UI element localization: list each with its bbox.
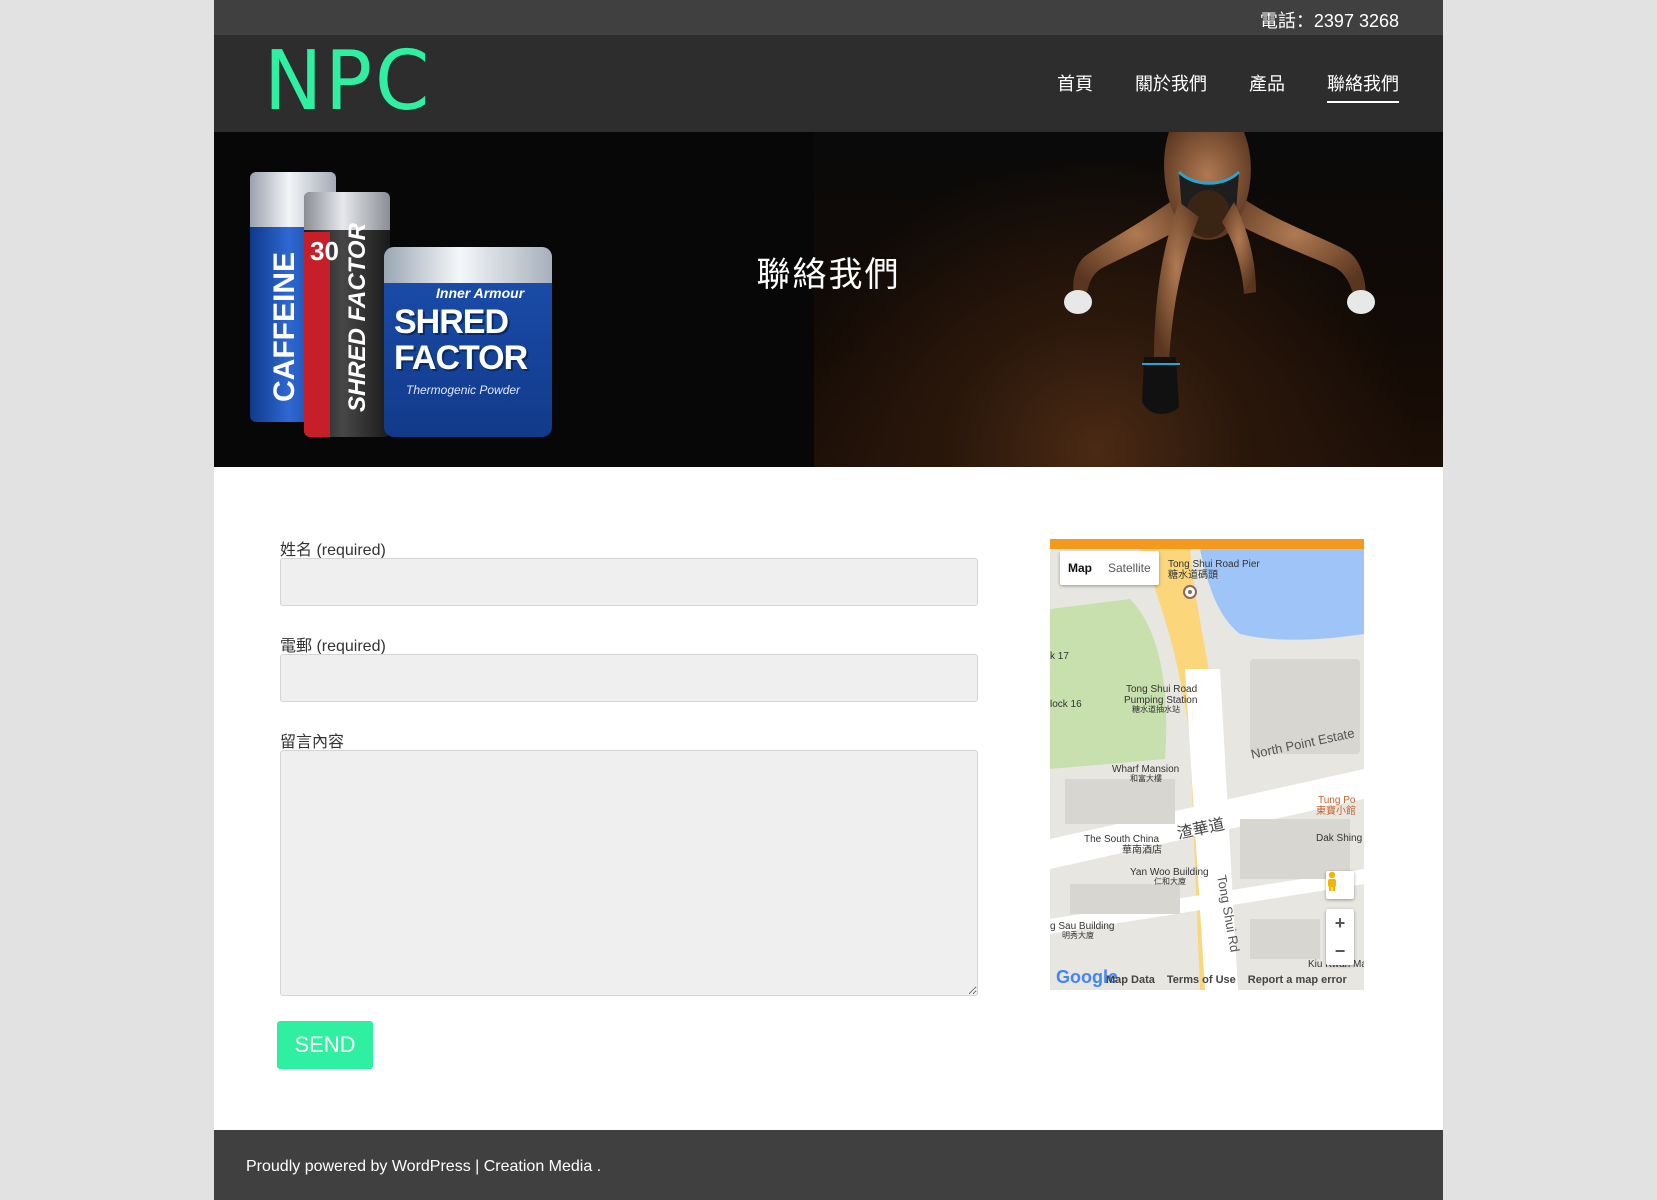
map-label-block16: lock 16 — [1050, 699, 1082, 710]
page: 電話：2397 3268 NPC 首頁 關於我們 產品 聯絡我們 CAFFEIN… — [214, 0, 1443, 1200]
map-label-block17: k 17 — [1050, 651, 1069, 662]
map-type-map-button[interactable]: Map — [1060, 551, 1100, 585]
zoom-in-button[interactable]: + — [1326, 909, 1354, 937]
footer-credits: Proudly powered by WordPress | Creation … — [246, 1158, 601, 1176]
map-label-dak-shing: Dak Shing — [1316, 833, 1363, 844]
map-label-pumping-zh: 糖水道抽水站 — [1132, 705, 1180, 714]
report-map-error-link[interactable]: Report a map error — [1248, 974, 1347, 986]
tub-subtitle: Thermogenic Powder — [406, 383, 521, 397]
map-label-wharf-zh: 和富大樓 — [1130, 774, 1162, 783]
athlete-image — [1064, 132, 1375, 414]
footer-separator: | — [470, 1158, 484, 1175]
top-bar: 電話：2397 3268 — [214, 0, 1443, 35]
map-label-tung-po: Tung Po — [1318, 795, 1356, 806]
map-label-tung-po-zh: 東寶小館 — [1316, 806, 1356, 817]
map-label-sau-zh: 明秀大廈 — [1062, 931, 1094, 940]
map-label-pumping: Tong Shui Road — [1126, 684, 1198, 695]
footer-period: . — [592, 1158, 602, 1175]
phone-number: 電話：2397 3268 — [1259, 11, 1399, 31]
google-map[interactable]: Map Satellite Tong Shui Road Pier 糖水道碼頭 … — [1050, 539, 1364, 990]
map-data-link[interactable]: Map Data — [1106, 974, 1155, 986]
map-type-control: Map Satellite — [1060, 551, 1159, 585]
site-logo[interactable]: NPC — [264, 36, 432, 127]
name-input[interactable] — [280, 558, 978, 606]
map-label-yan-woo-zh: 仁和大廈 — [1154, 877, 1186, 886]
map-footer: Map Data Terms of Use Report a map error — [1106, 974, 1347, 986]
nav-about[interactable]: 關於我們 — [1135, 70, 1207, 103]
map-label-south-china: The South China — [1084, 834, 1160, 845]
message-textarea[interactable] — [280, 750, 978, 996]
terms-of-use-link[interactable]: Terms of Use — [1167, 974, 1236, 986]
main-nav: 首頁 關於我們 產品 聯絡我們 — [1057, 70, 1399, 103]
send-button[interactable]: SEND — [277, 1021, 373, 1069]
nav-contact[interactable]: 聯絡我們 — [1327, 70, 1399, 103]
creation-media-link[interactable]: Creation Media — [484, 1158, 593, 1175]
map-label-south-china-zh: 華南酒店 — [1122, 845, 1162, 856]
shred-factor-bottle-image: 30 SHRED FACTOR — [304, 192, 390, 437]
tub-title-line1: SHRED — [394, 303, 509, 341]
hero-title: 聯絡我們 — [756, 256, 901, 294]
map-label-pier: Tong Shui Road Pier — [1168, 559, 1260, 570]
nav-home[interactable]: 首頁 — [1057, 70, 1093, 103]
name-label: 姓名 (required) — [280, 542, 386, 559]
tub-title-line2: FACTOR — [394, 339, 528, 377]
site-footer: Proudly powered by WordPress | Creation … — [214, 1130, 1443, 1200]
nav-products[interactable]: 產品 — [1249, 70, 1285, 103]
email-label: 電郵 (required) — [280, 638, 386, 655]
wordpress-link[interactable]: Proudly powered by WordPress — [246, 1158, 471, 1175]
map-type-satellite-button[interactable]: Satellite — [1100, 551, 1159, 585]
message-label: 留言內容 — [280, 734, 345, 751]
map-zoom-control: + − — [1326, 909, 1354, 965]
street-view-pegman-icon[interactable] — [1326, 871, 1354, 899]
site-header: NPC 首頁 關於我們 產品 聯絡我們 — [214, 35, 1443, 132]
map-label-pier-zh: 糖水道碼頭 — [1168, 570, 1218, 581]
zoom-out-button[interactable]: − — [1326, 937, 1354, 965]
email-input[interactable] — [280, 654, 978, 702]
hero-banner: CAFFEINE 30 SHRED FACTOR Inner Armour SH… — [214, 132, 1443, 467]
